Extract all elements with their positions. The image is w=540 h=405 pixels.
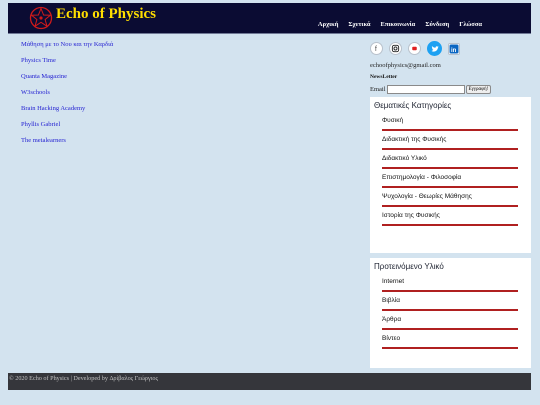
- category-item[interactable]: Ιστορία της Φυσικής: [382, 212, 518, 226]
- recommended-widget: Προτεινόμενο Υλικό Internet Βιβλία Άρθρα…: [370, 258, 531, 368]
- newsletter-email-input[interactable]: [386, 85, 465, 94]
- twitter-icon[interactable]: [427, 41, 442, 56]
- link-item[interactable]: W3schools: [21, 89, 113, 105]
- category-item[interactable]: Φυσική: [382, 117, 518, 131]
- site-header: Echo of Physics Αρχική Σχετικά Επικοινων…: [8, 3, 531, 34]
- svg-text:in: in: [451, 47, 457, 53]
- nav-home[interactable]: Αρχική: [318, 21, 339, 28]
- external-links-list: Μάθηση με το Νου και την Καρδιά Physics …: [21, 41, 113, 153]
- newsletter-title: NewsLetter: [370, 74, 398, 80]
- categories-title: Θεματικές Κατηγορίες: [374, 101, 452, 110]
- category-item[interactable]: Επιστημολογία - Φιλοσοφία: [382, 174, 518, 188]
- nav-about[interactable]: Σχετικά: [348, 21, 370, 28]
- youtube-icon[interactable]: [408, 42, 421, 55]
- categories-widget: Θεματικές Κατηγορίες Φυσική Διδακτική τη…: [370, 97, 531, 253]
- recommended-item[interactable]: Βίντεο: [382, 335, 518, 349]
- site-title[interactable]: Echo of Physics: [56, 6, 156, 23]
- link-item[interactable]: Phyllis Gabriel: [21, 121, 113, 137]
- recommended-item[interactable]: Βιβλία: [382, 297, 518, 311]
- footer-copyright: © 2020 Echo of Physics | Developed by Δρ…: [9, 375, 158, 382]
- recommended-item[interactable]: Internet: [382, 278, 518, 292]
- facebook-icon[interactable]: f: [370, 42, 383, 55]
- category-item[interactable]: Διδακτικό Υλικό: [382, 155, 518, 169]
- link-item[interactable]: The metalearners: [21, 137, 113, 153]
- main-nav: Αρχική Σχετικά Επικοινωνία Σύνδεση Γλώσσ…: [318, 21, 482, 28]
- recommended-title: Προτεινόμενο Υλικό: [374, 262, 444, 271]
- newsletter-form: Email Εγγραφή!: [370, 85, 492, 94]
- link-item[interactable]: Physics Time: [21, 57, 113, 73]
- link-item[interactable]: Quanta Magazine: [21, 73, 113, 89]
- site-footer: © 2020 Echo of Physics | Developed by Δρ…: [8, 373, 531, 390]
- category-item[interactable]: Διδακτική της Φυσικής: [382, 136, 518, 150]
- atom-logo-icon[interactable]: [29, 6, 53, 30]
- social-icons: f in: [370, 41, 460, 56]
- category-item[interactable]: Ψυχολογία - Θεωρίες Μάθησης: [382, 193, 518, 207]
- email-label: Email: [370, 86, 386, 93]
- instagram-icon[interactable]: [389, 42, 402, 55]
- svg-text:f: f: [375, 44, 377, 53]
- nav-contact[interactable]: Επικοινωνία: [381, 21, 416, 28]
- subscribe-button[interactable]: Εγγραφή!: [465, 85, 492, 94]
- nav-language[interactable]: Γλώσσα: [459, 21, 482, 28]
- contact-email[interactable]: echoofphysics@gmail.com: [370, 62, 441, 69]
- linkedin-icon[interactable]: in: [448, 42, 460, 55]
- link-item[interactable]: Μάθηση με το Νου και την Καρδιά: [21, 41, 113, 57]
- recommended-item[interactable]: Άρθρα: [382, 316, 518, 330]
- link-item[interactable]: Brain Hacking Academy: [21, 105, 113, 121]
- nav-login[interactable]: Σύνδεση: [425, 21, 449, 28]
